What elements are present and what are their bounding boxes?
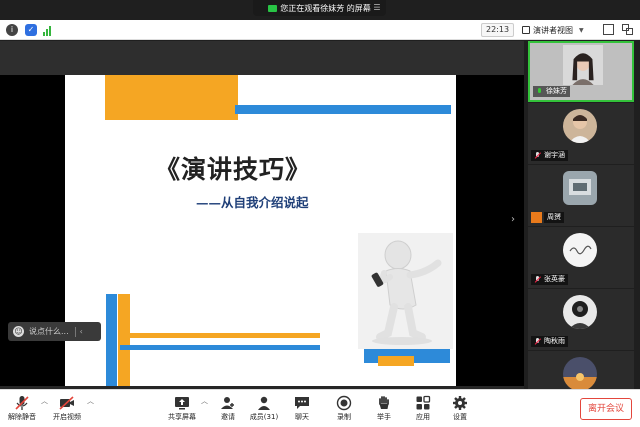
screen-share-banner: 您正在观看徐妹芳 的屏幕 ☰ [253,0,386,16]
view-mode-dropdown[interactable]: 演讲者视图 ▼ [522,23,584,37]
participant-name-tag: 徐妹芳 [533,86,570,97]
settings-button[interactable]: 设置 [440,393,480,427]
banner-menu-icon[interactable]: ☰ [372,3,382,13]
participant-avatar [563,357,597,389]
mic-off-icon [534,275,541,284]
chat-input-bar[interactable]: ☺ 说点什么... ‹ [8,322,101,341]
slide-decor-blue-left [106,294,117,386]
slide-decor-blue-top [235,105,451,114]
unmute-button[interactable]: 解除静音 [2,393,42,427]
share-banner-text: 您正在观看徐妹芳 的屏幕 [280,3,371,13]
gear-icon [452,395,468,411]
camera-badge-icon [531,212,542,223]
slide-decor-orange-box [378,356,414,366]
unmute-label: 解除静音 [8,413,36,421]
start-video-button[interactable]: 开启视频 [47,393,87,427]
participant-avatar [563,171,597,205]
share-options-chevron-icon[interactable]: ︿ [201,396,208,406]
signal-icon[interactable] [43,24,55,36]
mic-off-icon [534,337,541,346]
slide-decor-blue-line [120,345,320,350]
share-screen-label: 共享屏幕 [168,413,196,421]
participant-list: 徐妹芳 谢宇涵 周赟 张英豪 陶秋雨 [524,41,640,389]
bottom-toolbar: 解除静音 ︿ 开启视频 ︿ 共享屏幕 ︿ 邀请 成员(31) 聊天 录制 举手 … [0,389,640,427]
record-icon [336,395,352,411]
apps-button[interactable]: 应用 [403,393,443,427]
participant-tile[interactable]: 徐妹芳 [528,41,634,102]
view-mode-label: 演讲者视图 [533,25,573,35]
shared-screen-area: 《演讲技巧》 ——从自我介绍说起 › ☺ 说点什么... ‹ [0,41,524,389]
participant-avatar [563,295,597,329]
chat-placeholder[interactable]: 说点什么... [29,326,69,337]
mic-muted-icon [14,395,30,411]
participant-name-tag: 周赟 [544,212,564,223]
sharing-indicator-icon [268,4,278,12]
mic-on-icon [536,87,543,96]
invite-button[interactable]: 邀请 [208,393,248,427]
top-toolbar: i ✓ 22:13 演讲者视图 ▼ [0,20,640,40]
speaker-figure-illustration [358,233,453,349]
participant-name: 谢宇涵 [544,151,565,159]
slide-title: 《演讲技巧》 [155,155,312,184]
apps-label: 应用 [416,413,430,421]
apps-grid-icon [415,395,431,411]
record-label: 录制 [337,413,351,421]
shield-icon[interactable]: ✓ [25,24,37,36]
speaker-view-icon [522,26,530,34]
participant-video [563,45,603,85]
chevron-right-icon[interactable]: › [511,214,515,225]
members-icon [256,395,272,411]
video-off-icon [59,395,75,411]
participant-tile[interactable]: 谢宇涵 [528,103,634,164]
window-icon[interactable] [622,24,633,35]
chat-button[interactable]: 聊天 [282,393,322,427]
fullscreen-icon[interactable] [603,24,614,35]
participant-avatar [563,233,597,267]
participant-name-tag: 陶秋雨 [531,336,568,347]
participant-tile[interactable]: 张英豪 [528,227,634,288]
participants-label: 成员(31) [249,413,279,421]
presentation-slide: 《演讲技巧》 ——从自我介绍说起 [65,75,456,386]
mic-off-icon [534,151,541,160]
slide-decor-orange-left [118,294,130,386]
collapse-icon[interactable]: ‹ [80,327,83,336]
chat-divider [74,326,76,337]
stage-header-strip [0,41,524,75]
raise-hand-label: 举手 [377,413,391,421]
chat-icon [294,395,310,411]
chat-label: 聊天 [295,413,309,421]
participant-name: 陶秋雨 [544,337,565,345]
participant-tile[interactable]: 周赟 [528,165,634,226]
participant-name: 周赟 [547,213,561,221]
emoji-icon[interactable]: ☺ [13,326,24,337]
participant-tile[interactable] [528,351,634,389]
share-screen-button[interactable]: 共享屏幕 [162,393,202,427]
add-user-icon [220,395,236,411]
slide-subtitle: ——从自我介绍说起 [196,195,309,210]
slide-decor-orange-line [125,333,320,338]
info-icon[interactable]: i [6,24,18,36]
invite-label: 邀请 [221,413,235,421]
participant-name: 徐妹芳 [546,87,567,95]
chevron-down-icon: ▼ [579,26,584,34]
slide-decor-orange-top [105,75,238,120]
participant-tile[interactable]: 陶秋雨 [528,289,634,350]
settings-label: 设置 [453,413,467,421]
participant-name: 张英豪 [544,275,565,283]
raise-hand-button[interactable]: 举手 [364,393,404,427]
participant-name-tag: 谢宇涵 [531,150,568,161]
start-video-label: 开启视频 [53,413,81,421]
participant-avatar [563,109,597,143]
share-screen-icon [174,395,190,411]
participant-name-tag: 张英豪 [531,274,568,285]
leave-meeting-button[interactable]: 离开会议 [580,398,632,420]
video-options-chevron-icon[interactable]: ︿ [87,396,94,406]
record-button[interactable]: 录制 [324,393,364,427]
meeting-window: 您正在观看徐妹芳 的屏幕 ☰ i ✓ 22:13 演讲者视图 ▼ 《演讲技巧》 … [0,0,640,427]
meeting-timer: 22:13 [481,23,515,37]
hand-icon [376,395,392,411]
participants-button[interactable]: 成员(31) [244,393,284,427]
